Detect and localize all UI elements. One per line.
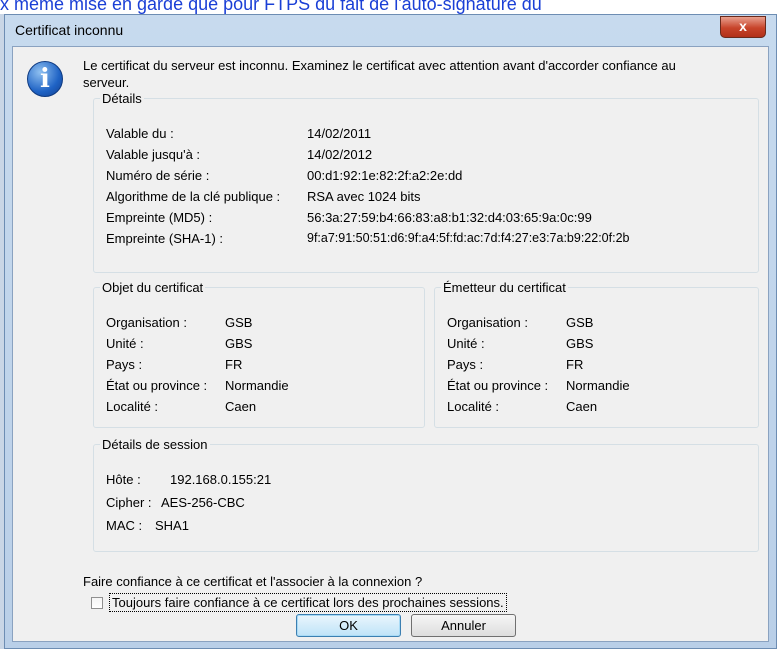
detail-value: RSA avec 1024 bits xyxy=(307,189,421,204)
subject-value: Caen xyxy=(225,399,257,414)
session-label: MAC : xyxy=(106,518,143,533)
detail-label: Empreinte (MD5) : xyxy=(106,210,213,225)
info-icon: i xyxy=(27,61,63,97)
detail-value: 00:d1:92:1e:82:2f:a2:2e:dd xyxy=(307,168,463,183)
subject-group: Objet du certificat Organisation : GSB U… xyxy=(93,280,425,428)
issuer-value: FR xyxy=(566,357,584,372)
subject-label: Unité : xyxy=(106,336,144,351)
issuer-label: État ou province : xyxy=(447,378,549,393)
detail-label: Numéro de série : xyxy=(106,168,210,183)
dialog-body: i Le certificat du serveur est inconnu. … xyxy=(12,46,769,642)
detail-label: Valable du : xyxy=(106,126,174,141)
always-trust-checkbox[interactable] xyxy=(91,597,103,609)
subject-value: GBS xyxy=(225,336,253,351)
close-icon: x xyxy=(739,18,747,34)
subject-value: GSB xyxy=(225,315,253,330)
title-bar[interactable]: Certificat inconnu x xyxy=(5,15,776,45)
session-value: SHA1 xyxy=(155,518,189,533)
cancel-button[interactable]: Annuler xyxy=(411,614,516,637)
detail-label: Empreinte (SHA-1) : xyxy=(106,231,224,246)
issuer-group: Émetteur du certificat Organisation : GS… xyxy=(434,280,759,428)
detail-label: Valable jusqu'à : xyxy=(106,147,201,162)
subject-value: Normandie xyxy=(225,378,289,393)
certificate-dialog: Certificat inconnu x i Le certificat du … xyxy=(4,14,777,649)
detail-value: 14/02/2011 xyxy=(307,126,372,141)
subject-label: État ou province : xyxy=(106,378,208,393)
details-group: Détails Valable du : 14/02/2011 Valable … xyxy=(93,91,759,273)
background-page-text: x même mise en garde que pour FTPS du fa… xyxy=(0,0,542,14)
issuer-label: Pays : xyxy=(447,357,484,372)
subject-label: Organisation : xyxy=(106,315,187,330)
issuer-value: Normandie xyxy=(566,378,630,393)
detail-value: 14/02/2012 xyxy=(307,147,373,162)
window-title: Certificat inconnu xyxy=(15,22,124,38)
session-label: Cipher : xyxy=(106,495,152,510)
always-trust-label[interactable]: Toujours faire confiance à ce certificat… xyxy=(109,593,507,612)
detail-value: 56:3a:27:59:b4:66:83:a8:b1:32:d4:03:65:9… xyxy=(307,210,592,225)
issuer-value: GBS xyxy=(566,336,594,351)
issuer-label: Localité : xyxy=(447,399,500,414)
session-legend: Détails de session xyxy=(102,437,208,452)
details-legend: Détails xyxy=(102,91,142,106)
session-value: 192.168.0.155:21 xyxy=(170,472,272,487)
subject-label: Localité : xyxy=(106,399,159,414)
detail-value: 9f:a7:91:50:51:d6:9f:a4:5f:fd:ac:7d:f4:2… xyxy=(307,231,630,245)
trust-question: Faire confiance à ce certificat et l'ass… xyxy=(83,574,423,589)
issuer-legend: Émetteur du certificat xyxy=(443,280,566,295)
issuer-label: Unité : xyxy=(447,336,485,351)
detail-label: Algorithme de la clé publique : xyxy=(106,189,281,204)
session-value: AES-256-CBC xyxy=(161,495,245,510)
ok-button[interactable]: OK xyxy=(296,614,401,637)
warning-message: Le certificat du serveur est inconnu. Ex… xyxy=(83,58,676,90)
subject-legend: Objet du certificat xyxy=(102,280,204,295)
issuer-value: GSB xyxy=(566,315,594,330)
subject-value: FR xyxy=(225,357,243,372)
issuer-value: Caen xyxy=(566,399,598,414)
close-button[interactable]: x xyxy=(720,16,766,38)
issuer-label: Organisation : xyxy=(447,315,528,330)
session-label: Hôte : xyxy=(106,472,141,487)
subject-label: Pays : xyxy=(106,357,143,372)
session-group: Détails de session Hôte : 192.168.0.155:… xyxy=(93,437,759,552)
